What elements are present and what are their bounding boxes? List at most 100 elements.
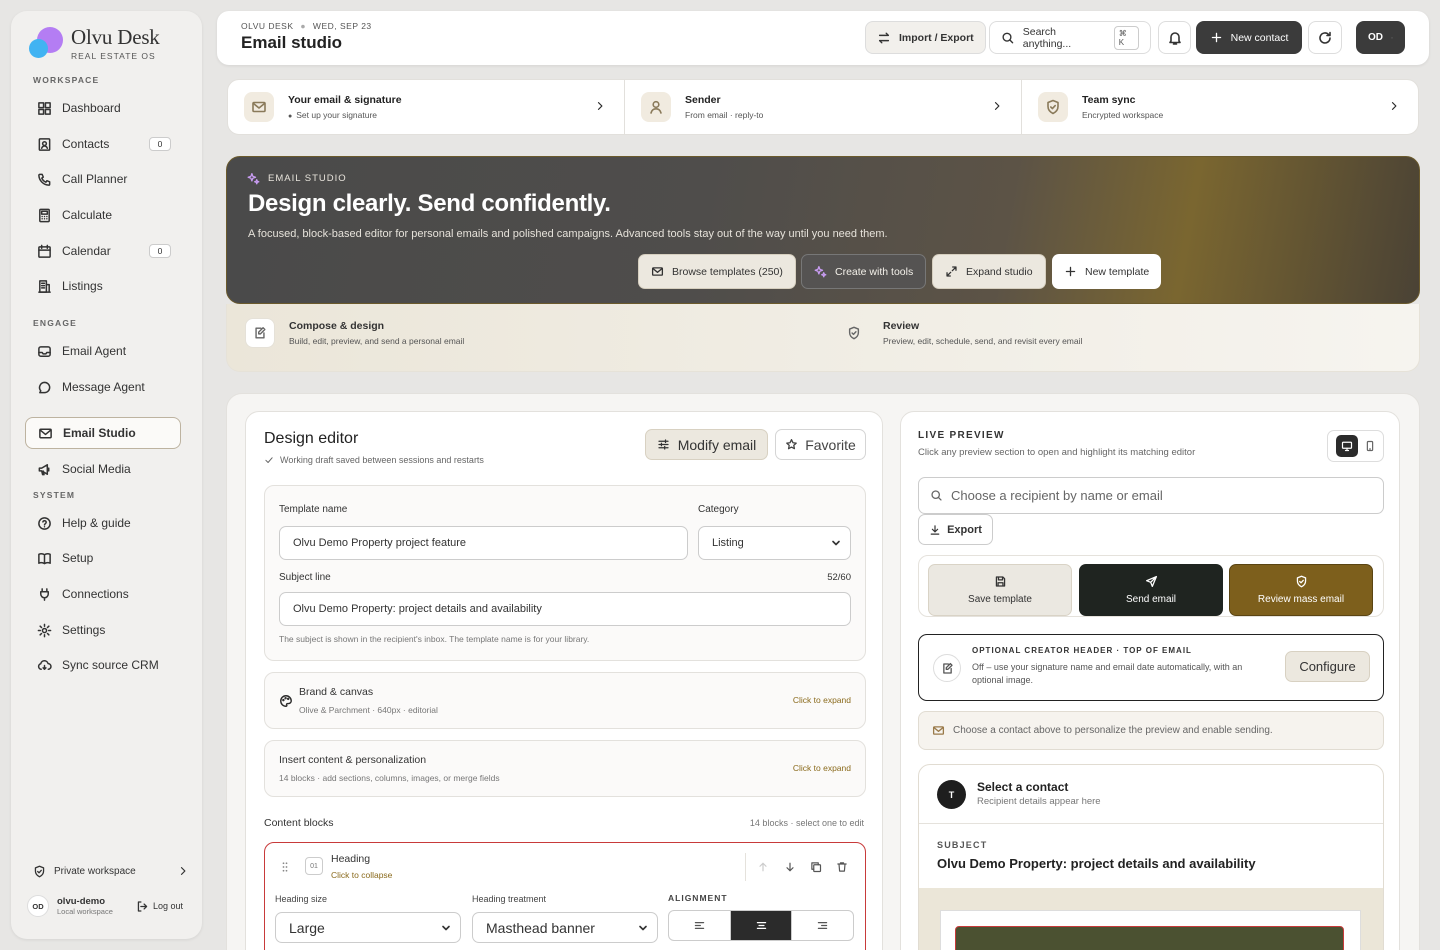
sidebar-item-message-agent[interactable]: Message Agent [25, 371, 181, 403]
page-title: Email studio [241, 33, 343, 52]
export-button[interactable]: Export [918, 514, 993, 545]
align-left-button[interactable] [669, 911, 730, 940]
subject-hint: The subject is shown in the recipient's … [279, 634, 590, 644]
step-subtitle: Build, edit, preview, and send a persona… [289, 336, 465, 346]
logout-icon [137, 900, 148, 912]
align-right-button[interactable] [791, 911, 853, 940]
desktop-view-button[interactable] [1335, 435, 1358, 457]
crumb-separator: ● [300, 21, 307, 31]
collapse-link[interactable]: Click to collapse [331, 870, 392, 880]
new-contact-button[interactable]: New contact [1196, 21, 1302, 54]
card-email-signature[interactable]: Your email & signature ● Set up your sign… [228, 80, 624, 134]
user-menu-button[interactable]: OD [1356, 21, 1405, 54]
sidebar-item-listings[interactable]: Listings [25, 270, 181, 302]
browse-templates-button[interactable]: Browse templates (250) [638, 254, 796, 289]
sidebar-item-call-planner[interactable]: Call Planner [25, 163, 181, 195]
trash-icon[interactable] [836, 861, 848, 873]
review-mass-email-button[interactable]: Review mass email [1229, 564, 1373, 616]
hero-eyebrow: EMAIL STUDIO [247, 172, 347, 185]
sidebar-item-label: Listings [62, 279, 103, 293]
align-center-button[interactable] [729, 911, 792, 940]
card-sender[interactable]: Sender From email · reply-to [624, 80, 1021, 134]
step-review[interactable]: Review Preview, edit, schedule, send, an… [839, 318, 1082, 348]
favorite-button[interactable]: Favorite [775, 429, 866, 460]
sidebar-item-label: Settings [62, 623, 106, 637]
modify-email-button[interactable]: Modify email [645, 429, 768, 460]
brand-logo[interactable]: Olvu Desk REAL ESTATE OS [27, 25, 207, 75]
sidebar-item-email-studio[interactable]: Email Studio [25, 417, 181, 449]
hero-eyebrow-text: EMAIL STUDIO [268, 173, 347, 184]
send-email-button[interactable]: Send email [1079, 564, 1223, 616]
sidebar-item-help[interactable]: Help & guide [25, 507, 181, 539]
insert-content-section[interactable]: Insert content & personalization 14 bloc… [264, 740, 866, 797]
export-label: Export [947, 523, 982, 536]
gear-icon [37, 623, 52, 637]
monitor-icon [1341, 441, 1352, 452]
choose-contact-notice: Choose a contact above to personalize th… [918, 711, 1384, 750]
heading-size-select[interactable]: Large [275, 912, 461, 943]
card-title: Sender [685, 94, 721, 106]
design-editor: Design editor Working draft saved betwee… [245, 411, 883, 950]
new-template-button[interactable]: New template [1052, 254, 1162, 289]
mail-icon [252, 101, 266, 113]
inbox-icon [38, 345, 51, 357]
configure-button[interactable]: Configure [1285, 651, 1370, 682]
subject-line-field[interactable]: Olvu Demo Property: project details and … [279, 592, 851, 626]
block-name: Heading [331, 853, 371, 865]
step-title: Review [883, 320, 920, 332]
device-toggle [1327, 430, 1384, 462]
edit-icon [255, 327, 266, 339]
sidebar-item-label: Calculate [62, 208, 113, 222]
sidebar-item-setup[interactable]: Setup [25, 542, 181, 574]
search-input[interactable]: Search anything... ⌘ K [989, 21, 1151, 54]
save-template-button[interactable]: Save template [928, 564, 1072, 616]
sidebar-item-email-agent[interactable]: Email Agent [25, 335, 181, 367]
template-name-field[interactable]: Olvu Demo Property project feature [279, 526, 688, 560]
notifications-button[interactable] [1158, 21, 1191, 54]
logo-mark-secondary [29, 39, 48, 58]
step-compose[interactable]: Compose & design Build, edit, preview, a… [245, 318, 464, 348]
heading-block[interactable]: 01 Heading Click to collapse Heading siz… [264, 842, 866, 950]
mobile-view-button[interactable] [1364, 440, 1376, 452]
section-workspace: WORKSPACE [33, 75, 100, 85]
sidebar-item-label: Dashboard [62, 101, 121, 115]
sidebar-item-sync-crm[interactable]: Sync source CRM [25, 649, 181, 681]
arrow-up-icon[interactable] [757, 861, 769, 873]
logout-button[interactable]: Log out [136, 900, 183, 913]
expand-link[interactable]: Click to expand [793, 695, 851, 705]
drag-handle-icon[interactable] [279, 861, 291, 873]
modify-email-label: Modify email [677, 436, 757, 453]
preview-title: LIVE PREVIEW [918, 430, 1005, 441]
sidebar-item-calendar[interactable]: Calendar 0 [25, 235, 181, 267]
contact-title: Select a contact [977, 780, 1069, 794]
copy-icon[interactable] [810, 861, 822, 873]
refresh-button[interactable] [1308, 21, 1342, 54]
card-team-sync[interactable]: Team sync Encrypted workspace [1021, 80, 1418, 134]
search-icon [1002, 32, 1014, 43]
category-select[interactable]: Listing [698, 526, 851, 560]
private-workspace-row[interactable]: Private workspace [25, 859, 189, 883]
sidebar-item-calculate[interactable]: Calculate [25, 199, 181, 231]
mail-icon [651, 267, 664, 276]
step-icon [245, 318, 275, 348]
expand-studio-button[interactable]: Expand studio [932, 254, 1046, 289]
subject-label: SUBJECT [937, 840, 988, 850]
heading-treatment-select[interactable]: Masthead banner [472, 912, 658, 943]
search-shortcut: ⌘ K [1113, 25, 1139, 50]
import-export-button[interactable]: Import / Export [865, 21, 986, 54]
masthead-banner-preview[interactable] [955, 926, 1344, 950]
arrow-down-icon[interactable] [784, 861, 796, 873]
sidebar-item-social-media[interactable]: Social Media [25, 453, 181, 485]
sidebar-item-contacts[interactable]: Contacts 0 [25, 128, 181, 160]
sidebar-item-dashboard[interactable]: Dashboard [25, 92, 181, 124]
sidebar-item-label: Social Media [62, 462, 131, 476]
brand-canvas-section[interactable]: Brand & canvas Olive & Parchment · 640px… [264, 672, 866, 729]
create-with-tools-button[interactable]: Create with tools [801, 254, 927, 289]
sidebar-item-settings[interactable]: Settings [25, 614, 181, 646]
email-preview[interactable]: T Select a contact Recipient details app… [918, 764, 1384, 950]
sidebar-item-connections[interactable]: Connections [25, 578, 181, 610]
block-number: 01 [305, 857, 323, 875]
expand-link[interactable]: Click to expand [793, 763, 851, 773]
recipient-search-input[interactable]: Choose a recipient by name or email [918, 477, 1384, 514]
heading-size-value: Large [289, 919, 325, 936]
